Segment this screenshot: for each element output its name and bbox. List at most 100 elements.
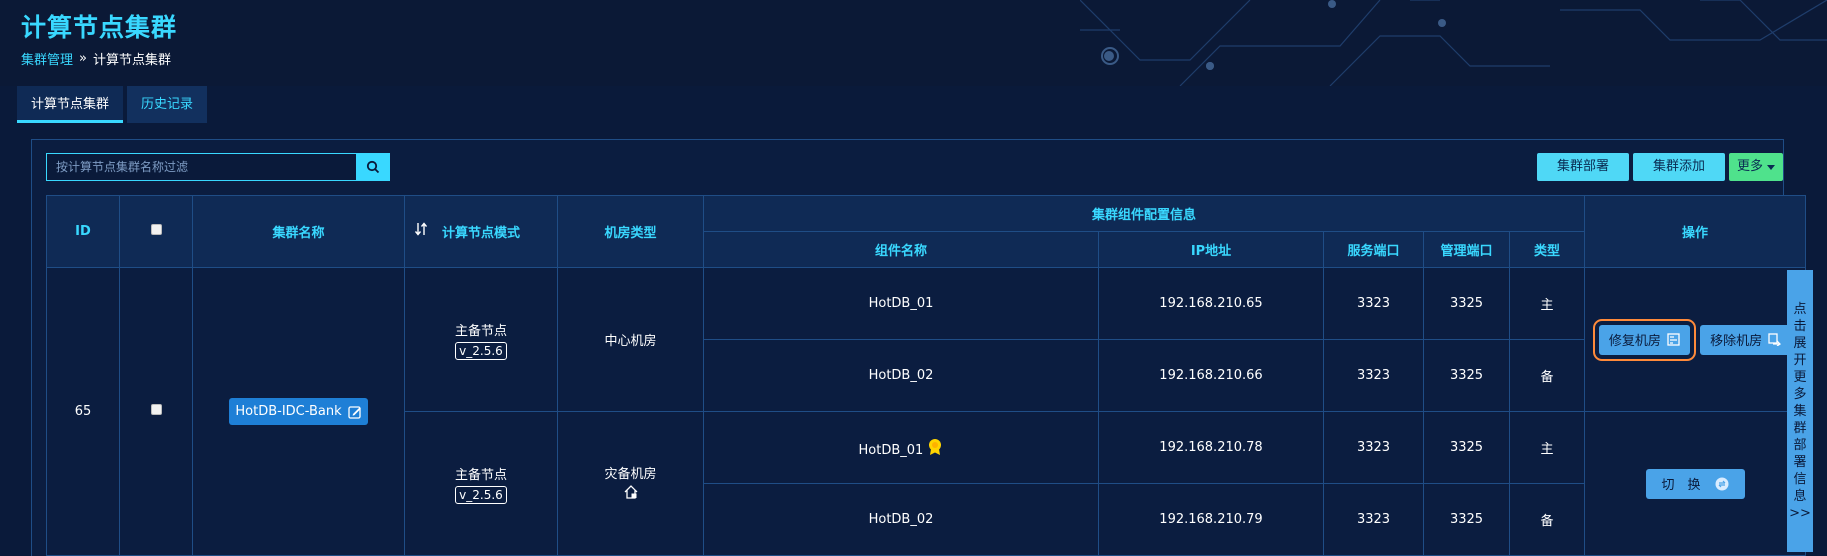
search-box xyxy=(46,153,390,181)
page-header: 计算节点集群 集群管理 » 计算节点集群 xyxy=(0,0,1827,86)
ip-address: 192.168.210.66 xyxy=(1098,339,1324,412)
version-badge: v_2.5.6 xyxy=(455,485,507,504)
search-icon xyxy=(366,160,379,174)
component-name[interactable]: HotDB_02 xyxy=(703,339,1099,412)
cluster-name-button[interactable]: HotDB-IDC-Bank xyxy=(229,398,368,425)
operation-cell: 切 换 xyxy=(1584,411,1807,556)
header-component-name: 组件名称 xyxy=(703,231,1099,268)
search-button[interactable] xyxy=(356,154,389,180)
service-port: 3323 xyxy=(1323,267,1424,340)
more-dropdown-button[interactable]: 更多 xyxy=(1728,153,1783,181)
service-port: 3323 xyxy=(1323,483,1424,556)
header-name: 集群名称 xyxy=(192,195,427,268)
ip-address: 192.168.210.78 xyxy=(1098,411,1324,484)
header-component-group: 集群组件配置信息 xyxy=(702,195,1586,232)
side-tab-char: 部 xyxy=(1793,437,1807,453)
switch-label: 切 换 xyxy=(1661,478,1701,493)
side-tab-char: 多 xyxy=(1793,386,1807,402)
row-select xyxy=(119,267,193,556)
version-badge: v_2.5.6 xyxy=(455,341,507,360)
side-tab-char: 击 xyxy=(1793,318,1807,334)
switch-button[interactable]: 切 换 xyxy=(1645,468,1745,499)
side-tab-char: 更 xyxy=(1793,369,1807,385)
side-tab-char: 署 xyxy=(1793,454,1807,470)
component-name-label: HotDB_01 xyxy=(858,442,924,458)
room-type-cell: 中心机房 xyxy=(557,267,704,412)
mode-label: 主备节点 xyxy=(454,323,507,339)
row-checkbox[interactable] xyxy=(150,404,162,415)
breadcrumb-current: 计算节点集群 xyxy=(92,53,171,68)
mode-label: 主备节点 xyxy=(454,467,507,483)
mode-cell: 主备节点 v_2.5.6 xyxy=(404,267,558,412)
tab-compute-cluster[interactable]: 计算节点集群 xyxy=(17,86,124,123)
side-tab-char: 信 xyxy=(1793,471,1807,487)
node-type: 主 xyxy=(1508,267,1586,340)
repair-room-button[interactable]: 修复机房 xyxy=(1592,318,1696,361)
page-title: 计算节点集群 xyxy=(21,13,178,42)
breadcrumb-parent[interactable]: 集群管理 xyxy=(21,49,73,68)
remove-room-label: 移除机房 xyxy=(1710,334,1763,349)
header-operation: 操作 xyxy=(1584,195,1807,268)
header-type: 类型 xyxy=(1508,231,1586,268)
component-name[interactable]: HotDB_01 xyxy=(703,267,1099,340)
tab-bar: 计算节点集群 历史记录 xyxy=(17,86,208,123)
expand-deploy-info-tab[interactable]: 点 击 展 开 更 多 集 群 部 署 信 息 >> xyxy=(1787,270,1813,552)
sort-icon[interactable] xyxy=(414,222,427,236)
toolbar: 集群部署 集群添加 更多 xyxy=(1536,153,1783,181)
manage-port: 3325 xyxy=(1423,339,1510,412)
switch-icon xyxy=(1715,477,1729,490)
caret-down-icon xyxy=(1767,164,1775,170)
manage-port: 3325 xyxy=(1423,411,1510,484)
side-tab-char: 息 xyxy=(1793,488,1807,504)
side-tab-char: 集 xyxy=(1793,403,1807,419)
cluster-name-cell: HotDB-IDC-Bank xyxy=(192,267,405,556)
header-select-all xyxy=(119,195,193,268)
service-port: 3323 xyxy=(1323,411,1424,484)
node-type: 备 xyxy=(1508,339,1586,412)
header-name-label: 集群名称 xyxy=(272,226,325,241)
room-type-label: 灾备机房 xyxy=(604,467,657,482)
cluster-name: HotDB-IDC-Bank xyxy=(235,404,342,419)
service-port: 3323 xyxy=(1323,339,1424,412)
remove-room-button[interactable]: 移除机房 xyxy=(1700,324,1792,355)
ip-address: 192.168.210.65 xyxy=(1098,267,1324,340)
side-tab-char: 点 xyxy=(1793,301,1807,317)
header-service-port: 服务端口 xyxy=(1323,231,1424,268)
edit-icon xyxy=(347,405,361,419)
repair-room-label: 修复机房 xyxy=(1608,334,1661,349)
side-tab-char: >> xyxy=(1789,505,1811,521)
header-id: ID xyxy=(46,195,120,268)
table-row: 65 HotDB-IDC-Bank 主备节点 v_2.5.6 中心机房 HotD… xyxy=(46,267,1807,556)
header-room-type: 机房类型 xyxy=(557,195,704,268)
side-tab-char: 展 xyxy=(1793,335,1807,351)
home-lock-icon xyxy=(624,485,637,499)
circuit-decoration xyxy=(1080,0,1827,86)
deploy-cluster-button[interactable]: 集群部署 xyxy=(1536,153,1629,181)
node-type: 备 xyxy=(1508,483,1586,556)
node-type: 主 xyxy=(1508,411,1586,484)
header-mode: 计算节点模式 xyxy=(404,195,558,268)
badge-icon xyxy=(929,438,942,455)
search-input[interactable] xyxy=(47,154,356,180)
component-name[interactable]: HotDB_02 xyxy=(703,483,1099,556)
operation-cell: 修复机房 移除机房 xyxy=(1584,267,1807,412)
side-tab-char: 开 xyxy=(1793,352,1807,368)
select-all-checkbox[interactable] xyxy=(150,224,162,235)
more-label: 更多 xyxy=(1736,159,1763,174)
component-name[interactable]: HotDB_01 xyxy=(703,411,1099,484)
remove-icon xyxy=(1768,333,1782,346)
breadcrumb: 集群管理 » 计算节点集群 xyxy=(21,49,171,68)
room-type-cell: 灾备机房 xyxy=(557,411,704,556)
manage-port: 3325 xyxy=(1423,267,1510,340)
ip-address: 192.168.210.79 xyxy=(1098,483,1324,556)
cluster-id: 65 xyxy=(46,267,120,556)
header-ip: IP地址 xyxy=(1098,231,1324,268)
mode-cell: 主备节点 v_2.5.6 xyxy=(404,411,558,556)
add-cluster-button[interactable]: 集群添加 xyxy=(1632,153,1725,181)
side-tab-char: 群 xyxy=(1793,420,1807,436)
repair-icon xyxy=(1667,333,1680,346)
header-manage-port: 管理端口 xyxy=(1423,231,1510,268)
manage-port: 3325 xyxy=(1423,483,1510,556)
cluster-table: ID 集群名称 计算节点模式 机房类型 集群组件配置信息 操作 组件名称 IP地… xyxy=(46,195,1807,556)
tab-history[interactable]: 历史记录 xyxy=(127,86,208,123)
